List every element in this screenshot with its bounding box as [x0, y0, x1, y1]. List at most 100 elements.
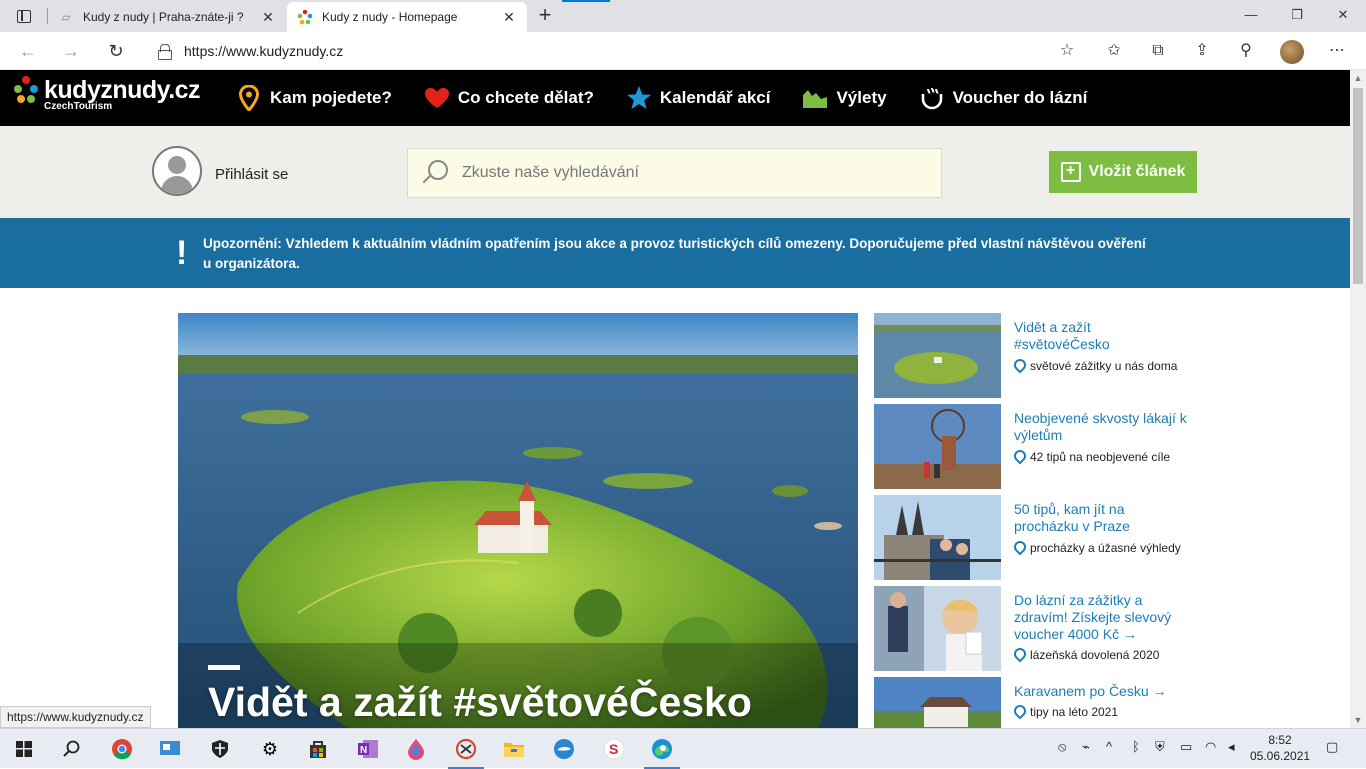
- defender-icon[interactable]: ⛨: [1155, 739, 1165, 755]
- list-item[interactable]: 50 tipů, kam jít na procházku v Praze pr…: [874, 495, 1194, 580]
- logo-name: kudyznudy.cz: [44, 76, 201, 104]
- svg-text:N: N: [360, 745, 367, 756]
- add-favorite-icon[interactable]: ☆: [1055, 40, 1079, 62]
- tab-actions-button[interactable]: [8, 4, 40, 28]
- nav-label: Výlety: [836, 88, 887, 107]
- favorites-icon[interactable]: ✩: [1102, 40, 1126, 62]
- back-button[interactable]: ←: [15, 38, 41, 64]
- search-box[interactable]: [407, 148, 942, 198]
- login-link[interactable]: Přihlásit se: [215, 166, 288, 183]
- thumbnail-image[interactable]: [874, 495, 1001, 580]
- item-subtitle[interactable]: lázeňská dovolená 2020: [1014, 648, 1189, 663]
- maximize-button[interactable]: ❐: [1274, 0, 1320, 30]
- nav-voucher-do-lazni[interactable]: Voucher do lázní: [919, 85, 1087, 111]
- system-clock[interactable]: 8:52 05.06.2021: [1250, 732, 1310, 764]
- scrollbar-thumb[interactable]: [1353, 88, 1363, 284]
- clock-date: 05.06.2021: [1250, 749, 1311, 763]
- tray-app-icon[interactable]: ⌁: [1082, 739, 1090, 755]
- hero-title[interactable]: Vidět a zažít #světovéČesko: [208, 679, 752, 726]
- onenote-icon[interactable]: N: [344, 729, 392, 769]
- tray-overflow-icon[interactable]: ^: [1106, 739, 1112, 754]
- edge-icon[interactable]: [638, 729, 686, 769]
- thumbnail-image[interactable]: [874, 404, 1001, 489]
- list-item[interactable]: Do lázní za zážitky a zdravím! Získejte …: [874, 586, 1194, 671]
- address-bar[interactable]: https://www.kudyznudy.cz: [144, 36, 1090, 66]
- app-icon[interactable]: [540, 729, 588, 769]
- page-scrollbar[interactable]: ▲ ▼: [1350, 70, 1366, 728]
- page-favicon-icon: ▱: [61, 10, 71, 24]
- notifications-icon[interactable]: ▢: [1326, 739, 1338, 755]
- start-button[interactable]: [0, 729, 48, 769]
- hero-image: [178, 313, 858, 728]
- thumbnail-image[interactable]: [874, 586, 1001, 671]
- map-pin-icon: [1014, 450, 1025, 464]
- item-subtitle[interactable]: tipy na léto 2021: [1014, 705, 1189, 720]
- profile-avatar[interactable]: [1280, 40, 1304, 64]
- address-toolbar: ← → ↻ https://www.kudyznudy.cz ☆ ✩ ⧉ ⇪ ⚲…: [0, 32, 1366, 70]
- share-icon[interactable]: ⇪: [1190, 40, 1214, 62]
- nav-label: Co chcete dělat?: [457, 88, 594, 107]
- tab-homepage[interactable]: Kudy z nudy - Homepage ✕: [287, 2, 527, 32]
- extensions-icon[interactable]: ⚲: [1234, 40, 1258, 62]
- clock-time: 8:52: [1268, 733, 1292, 747]
- nav-vylety[interactable]: Výlety: [802, 85, 887, 111]
- list-item[interactable]: Karavanem po Česku → tipy na léto 2021: [874, 677, 1194, 728]
- volume-icon[interactable]: ◂: [1228, 739, 1235, 755]
- forward-button[interactable]: →: [58, 38, 84, 64]
- store-icon[interactable]: [294, 729, 342, 769]
- url-text[interactable]: https://www.kudyznudy.cz: [184, 43, 343, 59]
- search-icon[interactable]: [420, 158, 450, 188]
- tab-praha[interactable]: ▱ Kudy z nudy | Praha-znáte-ji ? ✕: [48, 2, 286, 32]
- security-shield-icon[interactable]: [196, 729, 244, 769]
- battery-icon[interactable]: ▭: [1180, 739, 1192, 755]
- tab-title: Kudy z nudy - Homepage: [322, 10, 458, 24]
- chrome-icon[interactable]: [98, 729, 146, 769]
- close-window-button[interactable]: ✕: [1320, 0, 1366, 30]
- settings-gear-icon[interactable]: ⚙: [246, 729, 294, 769]
- item-subtitle[interactable]: světové zážitky u nás doma: [1014, 359, 1189, 374]
- snip-tool-icon[interactable]: [442, 729, 490, 769]
- scroll-down-icon[interactable]: ▼: [1350, 712, 1366, 728]
- nav-co-chcete-delat[interactable]: Co chcete dělat?: [424, 85, 594, 111]
- item-title[interactable]: Do lázní za zážitky a zdravím! Získejte …: [1014, 592, 1189, 643]
- item-subtitle[interactable]: procházky a úžasné výhledy: [1014, 541, 1189, 556]
- nav-kalendar-akci[interactable]: Kalendář akcí: [626, 85, 770, 111]
- add-article-button[interactable]: + Vložit článek: [1049, 151, 1197, 193]
- list-item[interactable]: Neobjevené skvosty lákají k výletům 42 t…: [874, 404, 1194, 489]
- notice-text: Upozornění: Vzhledem k aktuálním vládním…: [203, 234, 1153, 274]
- tab-close-icon[interactable]: ✕: [501, 9, 517, 26]
- heart-icon: [424, 85, 450, 111]
- bluetooth-icon[interactable]: ᛒ: [1132, 739, 1140, 754]
- item-title[interactable]: Vidět a zažít #světovéČesko: [1014, 319, 1189, 353]
- file-explorer-icon[interactable]: [490, 729, 538, 769]
- search-input[interactable]: [462, 164, 922, 182]
- network-status-icon[interactable]: ⦸: [1058, 739, 1066, 755]
- tab-close-icon[interactable]: ✕: [260, 9, 276, 26]
- item-title[interactable]: Neobjevené skvosty lákají k výletům: [1014, 410, 1189, 444]
- site-logo[interactable]: kudyznudy.cz CzechTourism: [14, 76, 201, 112]
- item-title[interactable]: Karavanem po Česku →: [1014, 683, 1189, 700]
- nav-label: Kam pojedete?: [270, 88, 392, 107]
- collections-icon[interactable]: ⧉: [1146, 40, 1170, 62]
- search-taskbar-icon[interactable]: [48, 729, 96, 769]
- scroll-up-icon[interactable]: ▲: [1350, 70, 1366, 86]
- system-info-icon[interactable]: [146, 729, 194, 769]
- thumbnail-image[interactable]: [874, 313, 1001, 398]
- list-item[interactable]: Vidět a zažít #světovéČesko světové záži…: [874, 313, 1194, 398]
- new-tab-button[interactable]: +: [533, 4, 557, 28]
- thumbnail-image[interactable]: [874, 677, 1001, 728]
- drag-region-accent: [562, 0, 610, 2]
- nav-kam-pojedete[interactable]: Kam pojedete?: [236, 85, 392, 111]
- refresh-button[interactable]: ↻: [103, 38, 129, 64]
- item-subtitle[interactable]: 42 tipů na neobjevené cíle: [1014, 450, 1189, 465]
- more-menu-icon[interactable]: ⋯: [1325, 40, 1349, 62]
- wifi-icon[interactable]: ◠: [1205, 739, 1216, 755]
- user-avatar-icon[interactable]: [152, 146, 202, 196]
- map-pin-icon: [1014, 541, 1025, 555]
- minimize-button[interactable]: —: [1228, 0, 1274, 30]
- item-title[interactable]: 50 tipů, kam jít na procházku v Praze: [1014, 501, 1189, 535]
- paint-drop-icon[interactable]: [392, 729, 440, 769]
- lock-icon[interactable]: [158, 44, 172, 60]
- hero-banner[interactable]: Vidět a zažít #světovéČesko: [178, 313, 858, 728]
- s-app-icon[interactable]: S: [590, 729, 638, 769]
